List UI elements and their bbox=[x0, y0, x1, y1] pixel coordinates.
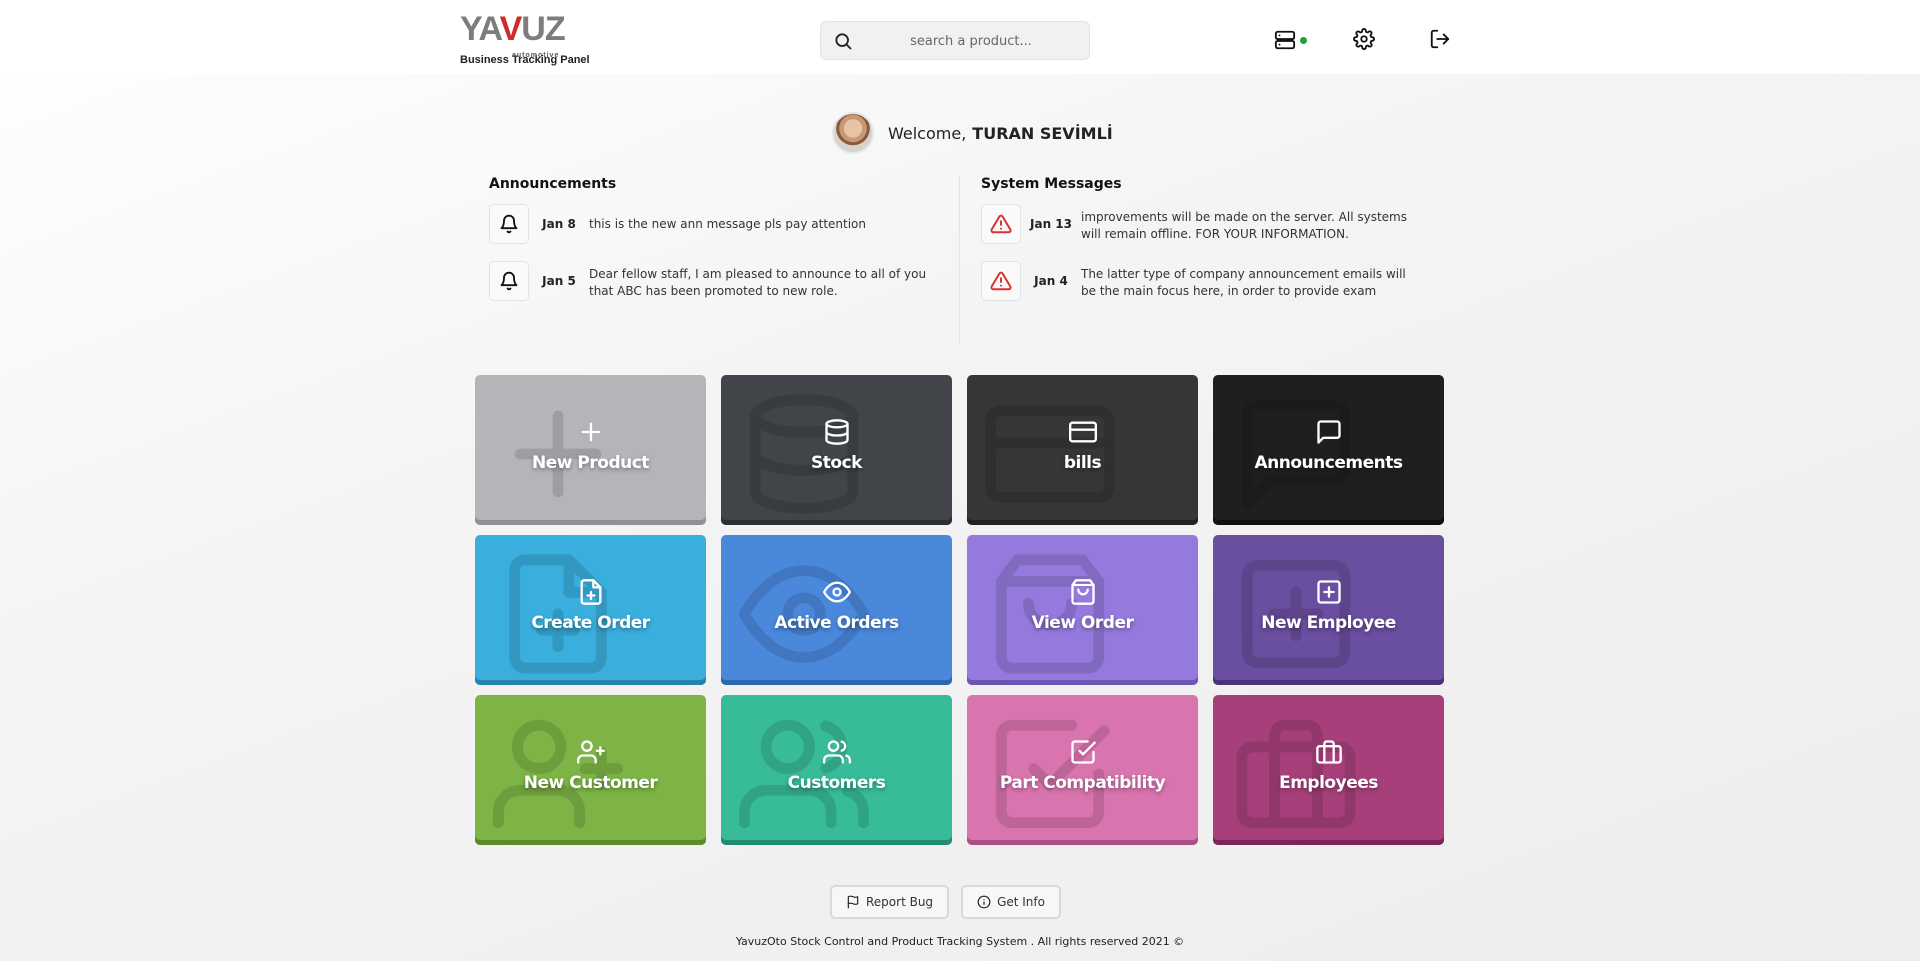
user-name: TURAN SEVİMLİ bbox=[972, 123, 1113, 143]
tile-label: Employees bbox=[1279, 773, 1378, 793]
system-message-date: Jan 4 bbox=[1034, 274, 1068, 288]
file-plus-icon bbox=[577, 578, 605, 610]
tile-employees[interactable]: Employees bbox=[1213, 695, 1444, 845]
system-message-date: Jan 13 bbox=[1030, 217, 1072, 231]
tile-label: Create Order bbox=[531, 613, 650, 633]
tile-active-orders[interactable]: Active Orders bbox=[721, 535, 952, 685]
warning-icon bbox=[981, 204, 1021, 244]
report-bug-label: Report Bug bbox=[866, 895, 934, 909]
user-plus-icon bbox=[577, 738, 605, 770]
system-message-item[interactable]: Jan 13 improvements will be made on the … bbox=[981, 204, 1421, 250]
check-square-icon bbox=[1069, 738, 1097, 770]
report-bug-button[interactable]: Report Bug bbox=[830, 885, 950, 919]
tile-label: Active Orders bbox=[774, 613, 899, 633]
avatar[interactable] bbox=[832, 112, 874, 154]
footer-text: YavuzOto Stock Control and Product Track… bbox=[735, 935, 1185, 948]
tile-label: View Order bbox=[1031, 613, 1134, 633]
plus-icon bbox=[577, 418, 605, 450]
tile-new-employee[interactable]: New Employee bbox=[1213, 535, 1444, 685]
tile-label: New Product bbox=[532, 453, 649, 473]
credit-card-icon bbox=[1069, 418, 1097, 450]
system-message-text: improvements will be made on the server.… bbox=[1081, 210, 1407, 241]
briefcase-icon bbox=[1315, 738, 1343, 770]
logout-icon[interactable] bbox=[1429, 28, 1453, 52]
tile-label: Stock bbox=[811, 453, 862, 473]
plus-square-icon bbox=[1315, 578, 1343, 610]
tile-label: Customers bbox=[787, 773, 886, 793]
announcement-date: Jan 8 bbox=[542, 217, 576, 231]
tile-announcements[interactable]: Announcements bbox=[1213, 375, 1444, 525]
tile-label: Announcements bbox=[1254, 453, 1403, 473]
action-buttons: Report Bug Get Info bbox=[830, 885, 1061, 919]
logo-mark: YAVUZ automotive bbox=[460, 12, 590, 59]
tile-view-order[interactable]: View Order bbox=[967, 535, 1198, 685]
logo-subtext: automotive bbox=[512, 52, 560, 59]
announcement-text: this is the new ann message pls pay atte… bbox=[589, 217, 867, 231]
message-icon bbox=[1315, 418, 1343, 450]
welcome-banner: Welcome, TURAN SEVİMLİ bbox=[832, 112, 1113, 154]
announcement-date: Jan 5 bbox=[542, 274, 576, 288]
search-icon bbox=[833, 31, 853, 55]
tile-label: New Customer bbox=[523, 773, 658, 793]
welcome-prefix: Welcome, bbox=[888, 123, 967, 143]
database-icon bbox=[823, 418, 851, 450]
system-messages-title: System Messages bbox=[981, 176, 1122, 192]
tile-bills[interactable]: bills bbox=[967, 375, 1198, 525]
users-icon bbox=[823, 738, 851, 770]
system-messages-panel: System Messages Jan 13 improvements will… bbox=[981, 176, 1421, 318]
tile-label: Part Compatibility bbox=[999, 773, 1166, 793]
tile-new-customer[interactable]: New Customer bbox=[475, 695, 706, 845]
logo-text-left: YA bbox=[460, 10, 501, 48]
flag-icon bbox=[847, 895, 859, 909]
tile-stock[interactable]: Stock bbox=[721, 375, 952, 525]
top-bar: YAVUZ automotive Business Tracking Panel bbox=[0, 0, 1920, 74]
tile-new-product[interactable]: New Product bbox=[475, 375, 706, 525]
announcement-item[interactable]: Jan 8 this is the new ann message pls pa… bbox=[489, 204, 929, 250]
system-message-text: The latter type of company announcement … bbox=[1081, 267, 1406, 298]
tile-customers[interactable]: Customers bbox=[721, 695, 952, 845]
tile-label: New Employee bbox=[1261, 613, 1396, 633]
settings-icon[interactable] bbox=[1353, 28, 1377, 52]
panel-divider bbox=[959, 176, 960, 344]
announcements-panel: Announcements Jan 8 this is the new ann … bbox=[489, 176, 929, 318]
info-icon bbox=[977, 895, 991, 909]
bell-icon bbox=[489, 204, 529, 244]
bell-icon bbox=[489, 261, 529, 301]
get-info-label: Get Info bbox=[997, 895, 1045, 909]
eye-icon bbox=[823, 578, 851, 610]
warning-icon bbox=[981, 261, 1021, 301]
search-box[interactable] bbox=[820, 21, 1090, 60]
system-message-item[interactable]: Jan 4 The latter type of company announc… bbox=[981, 261, 1421, 307]
status-indicator-dot bbox=[1300, 37, 1307, 44]
search-input[interactable] bbox=[861, 27, 1081, 55]
tile-create-order[interactable]: Create Order bbox=[475, 535, 706, 685]
tile-part-compatibility[interactable]: Part Compatibility bbox=[967, 695, 1198, 845]
logo[interactable]: YAVUZ automotive Business Tracking Panel bbox=[460, 12, 590, 66]
announcement-text: Dear fellow staff, I am pleased to annou… bbox=[589, 267, 927, 298]
shopping-bag-icon bbox=[1069, 578, 1097, 610]
announcement-item[interactable]: Jan 5 Dear fellow staff, I am pleased to… bbox=[489, 261, 929, 307]
announcements-title: Announcements bbox=[489, 176, 617, 192]
tile-label: bills bbox=[1063, 453, 1102, 473]
server-icon[interactable] bbox=[1274, 28, 1298, 52]
get-info-button[interactable]: Get Info bbox=[961, 885, 1061, 919]
